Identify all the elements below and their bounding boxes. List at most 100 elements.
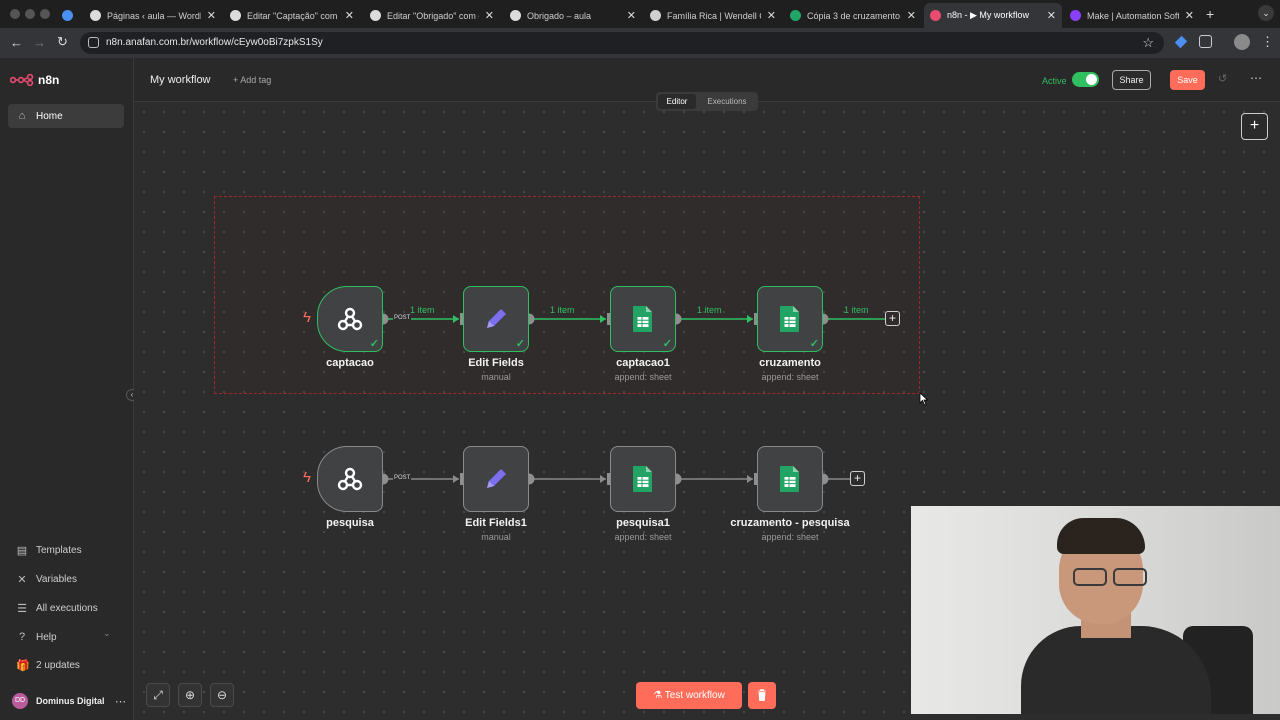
- workflow-node[interactable]: ✓: [757, 286, 823, 352]
- browser-tab[interactable]: Família Rica | Wendell Ca ✕: [644, 3, 782, 28]
- tab-editor[interactable]: Editor: [658, 94, 696, 109]
- sidebar-item-variables[interactable]: ✕ Variables: [8, 567, 124, 591]
- minimize-window-icon[interactable]: [25, 9, 35, 19]
- maximize-window-icon[interactable]: [40, 9, 50, 19]
- sidebar-item-label: Home: [36, 110, 63, 122]
- sidebar-item-label: All executions: [36, 602, 98, 614]
- tab-list-button[interactable]: ⌄: [1258, 5, 1274, 21]
- forward-icon[interactable]: →: [33, 35, 46, 50]
- extension-gem-icon[interactable]: [1174, 35, 1188, 49]
- workflow-node[interactable]: [610, 446, 676, 512]
- n8n-logo[interactable]: n8n: [10, 73, 59, 87]
- sidebar-item-home[interactable]: ⌂ Home: [8, 104, 124, 128]
- edge-item-count: 1 item: [410, 305, 435, 315]
- tab-title: Família Rica | Wendell Ca: [667, 10, 761, 21]
- webcam-glasses-icon: [1061, 568, 1153, 588]
- zoom-in-button[interactable]: ⊕: [178, 683, 202, 707]
- workflow-node[interactable]: [463, 446, 529, 512]
- http-method-label: POST: [393, 475, 412, 481]
- close-window-icon[interactable]: [10, 9, 20, 19]
- sidebar-item-2-updates[interactable]: 🎁 2 updates: [8, 653, 124, 677]
- workflow-menu-icon[interactable]: ⋯: [1250, 71, 1262, 85]
- browser-tab[interactable]: Make | Automation Softw ✕: [1064, 3, 1200, 28]
- browser-tab[interactable]: Editar "Obrigado" com o ✕: [364, 3, 500, 28]
- reload-icon[interactable]: ↻: [57, 34, 68, 50]
- browser-tab[interactable]: Páginas ‹ aula — WordPr ✕: [84, 3, 222, 28]
- close-tab-icon[interactable]: ✕: [207, 9, 216, 22]
- new-tab-button[interactable]: +: [1206, 6, 1214, 22]
- close-tab-icon[interactable]: ✕: [345, 9, 354, 22]
- node-subtitle: manual: [481, 372, 511, 382]
- success-check-icon: ✓: [369, 338, 379, 350]
- add-tag-button[interactable]: + Add tag: [233, 75, 271, 85]
- workflow-node[interactable]: ✓: [317, 286, 383, 352]
- tab-title: Páginas ‹ aula — WordPr: [107, 10, 201, 21]
- webhook-icon: [337, 307, 363, 331]
- user-options-icon[interactable]: ⋯: [115, 695, 126, 708]
- help-icon: ?: [18, 631, 26, 643]
- workflow-node[interactable]: [757, 446, 823, 512]
- delete-execution-button[interactable]: [748, 682, 776, 709]
- zoom-to-fit-button[interactable]: ⤢: [146, 683, 170, 707]
- browser-tab[interactable]: Editar "Captação" com o ✕: [224, 3, 360, 28]
- close-tab-icon[interactable]: ✕: [767, 9, 776, 22]
- site-info-icon[interactable]: [88, 37, 99, 48]
- test-workflow-button[interactable]: ⚗ Test workflow: [636, 682, 742, 709]
- workflow-name[interactable]: My workflow: [150, 74, 211, 86]
- history-icon[interactable]: ↺: [1218, 72, 1227, 85]
- tab-title: Obrigado – aula: [527, 10, 592, 21]
- bookmark-star-icon[interactable]: ☆: [1142, 35, 1154, 51]
- close-tab-icon[interactable]: ✕: [1047, 9, 1056, 22]
- home-icon: ⌂: [18, 110, 26, 122]
- workflow-node[interactable]: ✓: [463, 286, 529, 352]
- browser-tab[interactable]: n8n - ▶ My workflow ✕: [924, 3, 1062, 28]
- pencil-icon: [487, 469, 506, 488]
- page-icon: [650, 10, 661, 21]
- close-tab-icon[interactable]: ✕: [485, 9, 494, 22]
- node-label: cruzamento: [759, 357, 821, 369]
- browser-tab[interactable]: [56, 3, 78, 28]
- close-tab-icon[interactable]: ✕: [907, 9, 916, 22]
- connection-arrow: [600, 315, 606, 323]
- flask-icon: ⚗: [653, 690, 663, 701]
- webcam-person-hair: [1057, 518, 1145, 554]
- node-subtitle: append: sheet: [761, 532, 819, 542]
- close-tab-icon[interactable]: ✕: [627, 9, 636, 22]
- mouse-cursor-icon: [919, 392, 929, 406]
- trigger-bolt-icon: ϟ: [303, 469, 311, 486]
- save-button[interactable]: Save: [1170, 70, 1205, 90]
- connection-arrow: [747, 315, 753, 323]
- workflow-node[interactable]: [317, 446, 383, 512]
- glasses-right-lens: [1113, 568, 1147, 586]
- node-label: captacao: [326, 357, 374, 369]
- profile-avatar-icon[interactable]: [1234, 34, 1250, 50]
- browser-menu-icon[interactable]: ⋮: [1261, 34, 1274, 50]
- wordpress-icon: [370, 10, 381, 21]
- edge-item-count: 1 item: [550, 305, 575, 315]
- google-sheets-icon: [780, 466, 799, 492]
- sidebar-item-label: Variables: [36, 573, 77, 585]
- workflow-node[interactable]: ✓: [610, 286, 676, 352]
- add-next-node-button[interactable]: +: [850, 471, 865, 486]
- close-tab-icon[interactable]: ✕: [1185, 9, 1194, 22]
- back-icon[interactable]: ←: [10, 35, 23, 50]
- share-button[interactable]: Share: [1112, 70, 1151, 90]
- sidebar-item-all-executions[interactable]: ☰ All executions: [8, 596, 124, 620]
- connection-arrow: [453, 475, 459, 483]
- success-check-icon: ✓: [809, 338, 819, 350]
- extensions-icon[interactable]: [1199, 35, 1212, 48]
- sidebar-item-label: 2 updates: [36, 659, 80, 671]
- active-toggle[interactable]: [1072, 72, 1099, 87]
- browser-tab[interactable]: Obrigado – aula ✕: [504, 3, 642, 28]
- http-method-label: POST: [393, 315, 412, 321]
- sidebar-item-templates[interactable]: ▤ Templates: [8, 538, 124, 562]
- browser-tab[interactable]: Cópia 3 de cruzamento ✕: [784, 3, 922, 28]
- add-next-node-button[interactable]: +: [885, 311, 900, 326]
- logo-text: n8n: [38, 73, 60, 87]
- user-menu[interactable]: DD Dominus Digital ⋯: [12, 691, 126, 711]
- url-bar[interactable]: n8n.anafan.com.br/workflow/cEyw0oBi7zpkS…: [80, 32, 1164, 54]
- tab-executions[interactable]: Executions: [700, 94, 754, 109]
- gift-icon: 🎁: [16, 659, 30, 672]
- node-label: pesquisa: [326, 517, 374, 529]
- zoom-out-button[interactable]: ⊖: [210, 683, 234, 707]
